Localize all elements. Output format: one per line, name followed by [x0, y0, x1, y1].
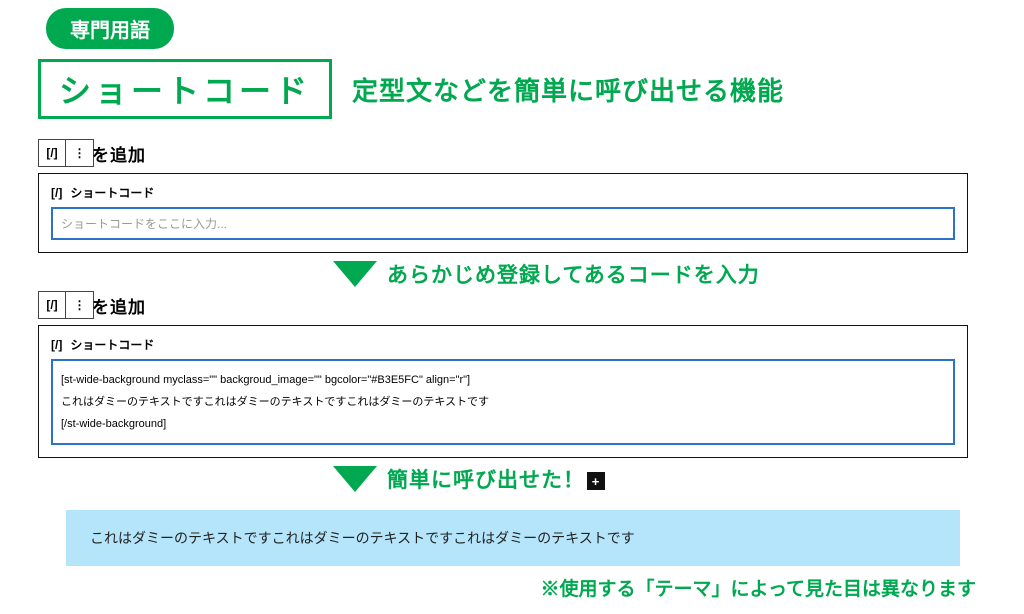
down-arrow-icon — [333, 466, 377, 492]
block-frame: [/] ショートコード ショートコードをここに入力... — [38, 173, 968, 253]
add-label: を追加 — [92, 293, 146, 318]
term-box: ショートコード — [38, 59, 332, 119]
code-line-body: これはダミーのテキストですこれはダミーのテキストですこれはダミーのテキストです — [61, 391, 945, 413]
code-line-open: [st-wide-background myclass="" backgroud… — [61, 369, 945, 391]
arrow-annotation-1: あらかじめ登録してあるコードを入力 — [38, 259, 986, 289]
kebab-icon[interactable]: ⋮ — [66, 139, 94, 167]
block-toolbar: [/] ⋮ — [38, 291, 94, 319]
block-header: [/] ショートコード — [51, 336, 955, 353]
editor-block-empty: [/] ⋮ を追加 [/] ショートコード ショートコードをここに入力... — [38, 139, 986, 253]
kebab-icon[interactable]: ⋮ — [66, 291, 94, 319]
shortcode-textarea[interactable]: [st-wide-background myclass="" backgroud… — [51, 359, 955, 445]
result-preview: これはダミーのテキストですこれはダミーのテキストですこれはダミーのテキストです — [66, 510, 960, 566]
shortcode-glyph-icon: [/] — [51, 338, 62, 352]
block-frame: [/] ショートコード [st-wide-background myclass=… — [38, 325, 968, 458]
shortcode-input[interactable]: ショートコードをここに入力... — [51, 207, 955, 240]
shortcode-glyph-icon: [/] — [51, 186, 62, 200]
block-toolbar: [/] ⋮ — [38, 139, 94, 167]
down-arrow-icon — [333, 261, 377, 287]
term-description: 定型文などを簡単に呼び出せる機能 — [352, 71, 784, 108]
title-row: ショートコード 定型文などを簡単に呼び出せる機能 — [38, 59, 986, 119]
block-header: [/] ショートコード — [51, 184, 955, 201]
arrow-label-1: あらかじめ登録してあるコードを入力 — [387, 259, 760, 289]
arrow-annotation-2: 簡単に呼び出せた！+ — [38, 464, 986, 494]
shortcode-icon[interactable]: [/] — [38, 291, 66, 319]
code-line-close: [/st-wide-background] — [61, 413, 945, 435]
arrow-label-2: 簡単に呼び出せた！+ — [387, 464, 605, 494]
add-label: を追加 — [92, 141, 146, 166]
add-row: [/] ⋮ を追加 — [38, 291, 986, 319]
editor-block-filled: [/] ⋮ を追加 [/] ショートコード [st-wide-backgroun… — [38, 291, 986, 458]
shortcode-icon[interactable]: [/] — [38, 139, 66, 167]
plus-icon[interactable]: + — [587, 472, 605, 490]
footnote: ※使用する「テーマ」によって見た目は異なります — [38, 574, 976, 601]
add-row: [/] ⋮ を追加 — [38, 139, 986, 167]
arrow-label-2-text: 簡単に呼び出せた！ — [387, 469, 585, 492]
block-title: ショートコード — [70, 336, 154, 353]
block-title: ショートコード — [70, 184, 154, 201]
terminology-badge: 専門用語 — [46, 8, 174, 49]
